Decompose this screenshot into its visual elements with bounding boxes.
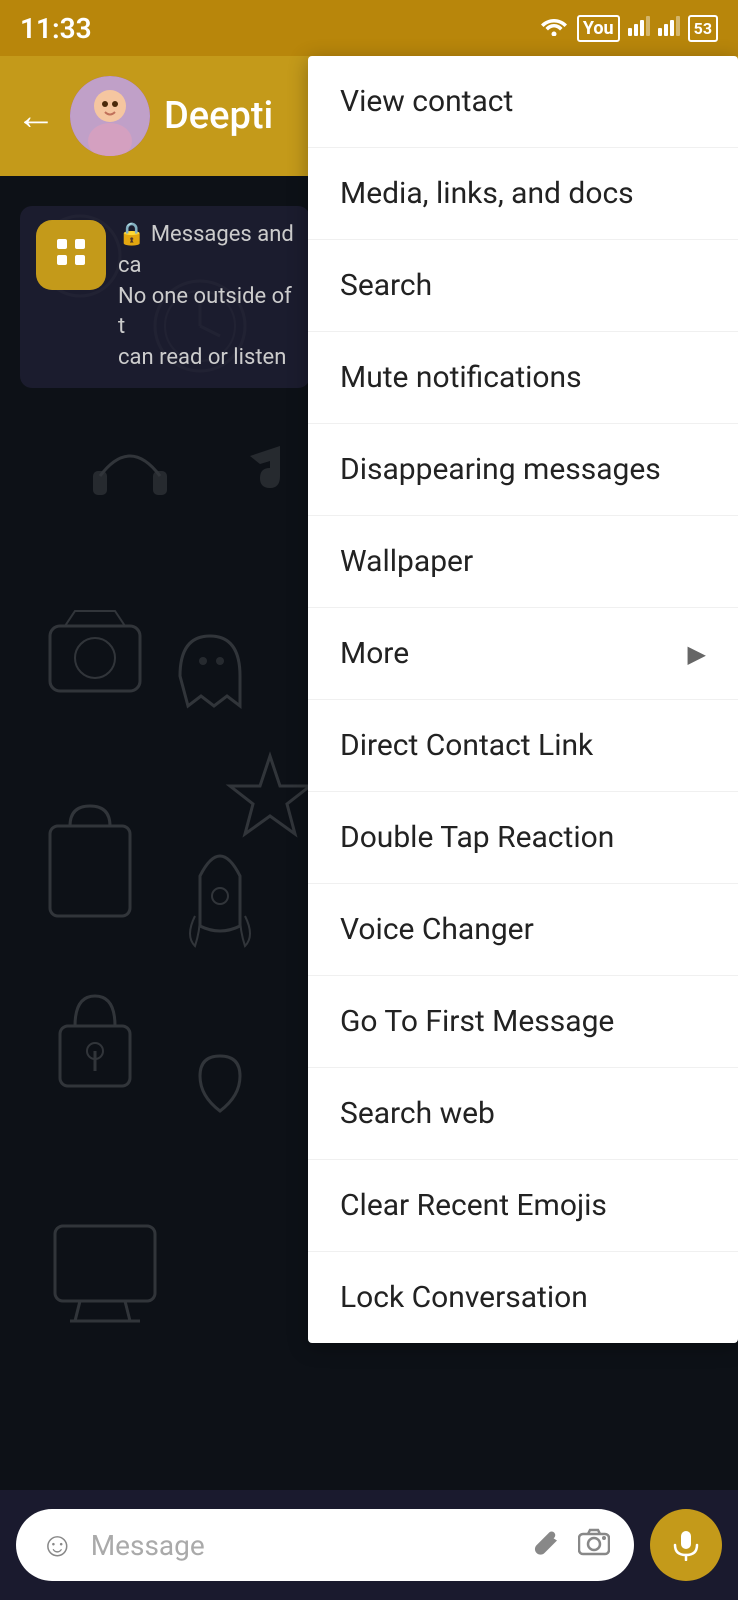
menu-item-label-clear-recent-emojis: Clear Recent Emojis	[340, 1188, 607, 1223]
contact-name: Deepti	[164, 94, 273, 138]
menu-item-wallpaper[interactable]: Wallpaper	[308, 516, 738, 608]
menu-item-more[interactable]: More ▶	[308, 608, 738, 700]
input-bar: ☺ Message	[0, 1490, 738, 1600]
menu-item-search[interactable]: Search	[308, 240, 738, 332]
menu-item-view-contact[interactable]: View contact	[308, 56, 738, 148]
menu-item-label-disappearing-messages: Disappearing messages	[340, 452, 661, 487]
menu-item-label-double-tap-reaction: Double Tap Reaction	[340, 820, 614, 855]
message-input-wrap: ☺ Message	[16, 1509, 634, 1581]
menu-item-double-tap-reaction[interactable]: Double Tap Reaction	[308, 792, 738, 884]
header-contact-info: Deepti	[164, 94, 273, 138]
message-placeholder[interactable]: Message	[91, 1529, 516, 1562]
menu-item-lock-conversation[interactable]: Lock Conversation	[308, 1252, 738, 1343]
emoji-button[interactable]: ☺	[40, 1525, 75, 1565]
menu-item-voice-changer[interactable]: Voice Changer	[308, 884, 738, 976]
menu-item-mute-notifications[interactable]: Mute notifications	[308, 332, 738, 424]
wifi-icon	[539, 14, 569, 42]
menu-item-label-search: Search	[340, 268, 432, 303]
status-time: 11:33	[20, 12, 92, 45]
menu-item-label-voice-changer: Voice Changer	[340, 912, 534, 947]
battery-icon: 53	[688, 15, 718, 42]
menu-item-go-to-first-message[interactable]: Go To First Message	[308, 976, 738, 1068]
mic-button[interactable]	[650, 1509, 722, 1581]
menu-item-label-direct-contact-link: Direct Contact Link	[340, 728, 593, 763]
menu-item-label-wallpaper: Wallpaper	[340, 544, 473, 579]
menu-item-label-search-web: Search web	[340, 1096, 495, 1131]
menu-item-label-view-contact: View contact	[340, 84, 513, 119]
menu-item-label-media-links-docs: Media, links, and docs	[340, 176, 634, 211]
menu-item-label-lock-conversation: Lock Conversation	[340, 1280, 588, 1315]
camera-button[interactable]	[578, 1528, 610, 1563]
encryption-icon	[36, 220, 106, 290]
menu-item-search-web[interactable]: Search web	[308, 1068, 738, 1160]
status-bar: 11:33 You 53	[0, 0, 738, 56]
avatar[interactable]	[70, 76, 150, 156]
back-button[interactable]: ←	[16, 96, 56, 136]
signal-icon2	[658, 14, 680, 42]
attachment-button[interactable]	[532, 1527, 562, 1564]
encryption-notice: 🔒 Messages and caNo one outside of tcan …	[20, 206, 310, 388]
encryption-text: 🔒 Messages and caNo one outside of tcan …	[118, 220, 294, 374]
menu-item-label-mute-notifications: Mute notifications	[340, 360, 582, 395]
menu-item-direct-contact-link[interactable]: Direct Contact Link	[308, 700, 738, 792]
signal-icon1	[628, 14, 650, 42]
status-icons: You 53	[539, 14, 718, 42]
menu-item-media-links-docs[interactable]: Media, links, and docs	[308, 148, 738, 240]
menu-item-arrow-more: ▶	[688, 640, 706, 668]
menu-item-label-go-to-first-message: Go To First Message	[340, 1004, 614, 1039]
dropdown-menu: View contact Media, links, and docs Search…	[308, 56, 738, 1343]
menu-item-disappearing-messages[interactable]: Disappearing messages	[308, 424, 738, 516]
network-icon: You	[577, 15, 620, 42]
menu-item-clear-recent-emojis[interactable]: Clear Recent Emojis	[308, 1160, 738, 1252]
menu-item-label-more: More	[340, 636, 409, 671]
